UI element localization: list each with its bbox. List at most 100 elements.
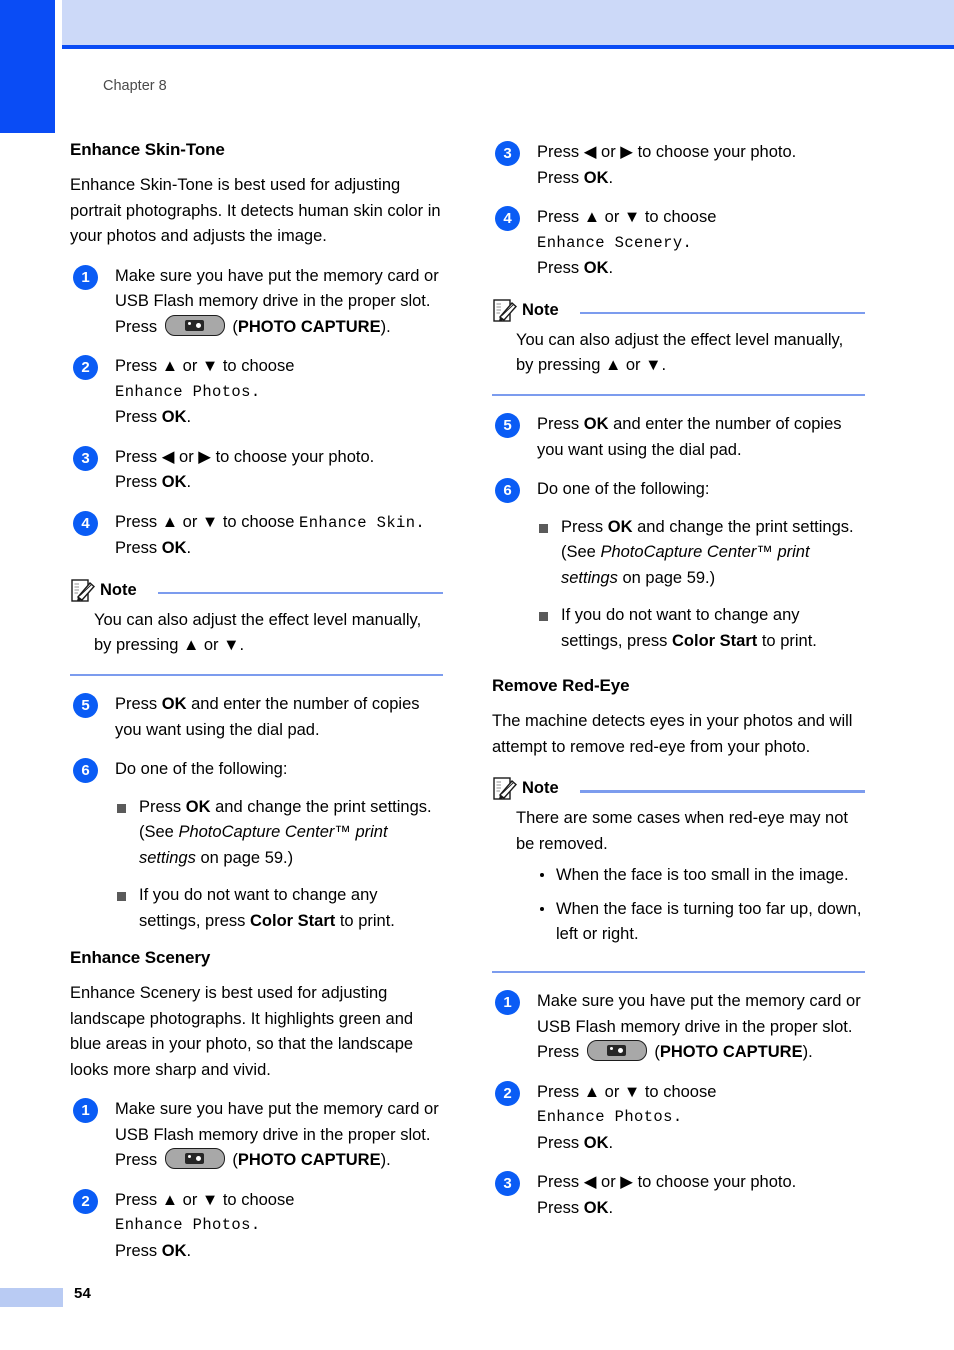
step-badge: 1 — [495, 990, 520, 1015]
square-bullet-icon — [117, 892, 126, 901]
note-box: Note There are some cases when red-eye m… — [492, 776, 865, 973]
period: . — [608, 1133, 614, 1152]
step-press-photo-capture: Press (PHOTO CAPTURE). — [115, 1148, 443, 1174]
note-bullet-text: When the face is turning too far up, dow… — [556, 899, 862, 944]
square-bullet-icon — [539, 523, 548, 533]
bullet-text-b: to print. — [339, 911, 395, 930]
sub-bullet-item: If you do not want to change any setting… — [115, 883, 443, 934]
chapter-label: Chapter 8 — [103, 78, 167, 94]
sub-bullet-item: Press OK and change the print settings. … — [537, 515, 865, 592]
ok-key: OK — [161, 1241, 187, 1260]
ok-key: OK — [607, 517, 633, 536]
note-body: You can also adjust the effect level man… — [70, 606, 443, 665]
camera-icon — [184, 1153, 204, 1164]
photo-capture-label: PHOTO CAPTURE — [237, 1151, 381, 1169]
ok-key: OK — [161, 695, 187, 713]
period: . — [186, 473, 192, 491]
chapter-side-tab — [0, 0, 55, 133]
step-text: Make sure you have put the memory card o… — [115, 266, 439, 311]
step-badge: 4 — [73, 510, 98, 536]
step-text: Press ▲ or ▼ to choose Enhance Skin. — [115, 510, 443, 537]
press-ok-line: Press OK. — [115, 1239, 443, 1265]
step-badge: 1 — [73, 1098, 98, 1123]
press-word: Press — [537, 1043, 580, 1061]
step-badge: 2 — [73, 1188, 98, 1214]
note-bottom-rule — [492, 393, 865, 396]
ok-key: OK — [161, 473, 187, 491]
note-bottom-rule — [70, 673, 443, 676]
period: . — [608, 1198, 614, 1217]
left-column: Enhance Skin-Tone Enhance Skin-Tone is b… — [70, 140, 443, 1278]
step-rest: and enter the number of copies you want … — [537, 415, 842, 459]
note-bullet-item: When the face is turning too far up, dow… — [534, 897, 865, 948]
lcd-menu-text: Enhance Photos. — [115, 382, 261, 401]
ok-key: OK — [161, 539, 187, 557]
note-pencil-icon — [492, 298, 518, 324]
section-title-enhance-scenery: Enhance Scenery — [70, 948, 211, 967]
step-badge: 2 — [73, 355, 98, 380]
section-title-enhance-skin-tone: Enhance Skin-Tone — [70, 140, 225, 159]
step-badge: 1 — [73, 264, 98, 290]
step-item: 6 Do one of the following: Press OK and … — [492, 477, 865, 654]
note-box: Note You can also adjust the effect leve… — [492, 298, 865, 396]
step-text: Press ◀ or ▶ to choose your photo. — [537, 1173, 797, 1191]
sub-bullet-item: Press OK and change the print settings. … — [115, 795, 443, 872]
press-word: Press — [537, 259, 580, 277]
note-title: Note — [522, 300, 559, 319]
step-rest: and enter the number of copies you want … — [115, 695, 420, 739]
intro-enhance-scenery: Enhance Scenery is best used for adjusti… — [70, 984, 414, 1079]
step-badge: 2 — [495, 1080, 520, 1106]
right-column: 3 Press ◀ or ▶ to choose your photo. Pre… — [492, 140, 865, 1235]
footer-bar — [0, 1288, 63, 1307]
press-word: Press — [115, 317, 158, 336]
square-bullet-icon — [539, 612, 548, 621]
step-text: Do one of the following: — [537, 480, 710, 498]
step-item: 5 Press OK and enter the number of copie… — [70, 692, 443, 743]
press-ok-line: Press OK. — [537, 1196, 865, 1222]
period: . — [608, 168, 614, 187]
step-text: Press ◀ or ▶ to choose your photo. — [537, 143, 797, 161]
press-word: Press — [115, 473, 158, 491]
press-word: Press — [537, 168, 580, 187]
note-header: Note — [492, 298, 865, 324]
photo-capture-button-icon[interactable] — [164, 314, 225, 336]
note-header-rule — [158, 591, 443, 594]
step-prefix: Press ▲ or ▼ to choose — [115, 512, 295, 531]
color-start-key: Color Start — [671, 631, 758, 650]
lcd-menu-text: Enhance Photos. — [537, 1108, 683, 1126]
step-item: 6 Do one of the following: Press OK and … — [70, 757, 443, 934]
step-item: 2 Press ▲ or ▼ to choose Enhance Photos.… — [70, 354, 443, 431]
press-word: Press — [537, 1198, 580, 1217]
square-bullet-icon — [117, 803, 126, 813]
step-badge: 3 — [73, 445, 98, 471]
press-ok-line: Press OK. — [537, 256, 865, 282]
step-item: 3 Press ◀ or ▶ to choose your photo. Pre… — [492, 140, 865, 191]
ok-key: OK — [583, 1198, 609, 1217]
step-item: 1 Make sure you have put the memory card… — [70, 1097, 443, 1174]
note-body: You can also adjust the effect level man… — [492, 326, 865, 385]
sub-bullet-list: Press OK and change the print settings. … — [115, 795, 443, 935]
note-header-rule — [580, 311, 865, 314]
photo-capture-button-icon[interactable] — [164, 1148, 225, 1169]
press-word: Press — [115, 539, 158, 557]
step-badge: 6 — [495, 478, 520, 503]
press-word: Press — [537, 415, 580, 433]
photo-capture-button-icon[interactable] — [586, 1040, 647, 1061]
press-ok-line: Press OK. — [537, 1131, 865, 1157]
step-text: Press ▲ or ▼ to choose — [115, 1190, 295, 1209]
ok-key: OK — [161, 408, 187, 426]
ok-key: OK — [583, 259, 609, 277]
lcd-menu-text: Enhance Scenery. — [537, 233, 693, 252]
press-word: Press — [561, 517, 604, 536]
ok-key: OK — [583, 415, 609, 433]
step-text: Press OK and enter the number of copies … — [537, 412, 865, 463]
step-badge: 4 — [495, 206, 520, 231]
press-ok-line: Press OK. — [537, 166, 865, 192]
step-text: Press ▲ or ▼ to choose — [537, 1082, 717, 1101]
step-item: 4 Press ▲ or ▼ to choose Enhance Scenery… — [492, 205, 865, 282]
press-word: Press — [115, 1151, 158, 1169]
step-text: Make sure you have put the memory card o… — [537, 992, 861, 1036]
press-word: Press — [115, 1241, 158, 1260]
note-pencil-icon — [492, 776, 518, 802]
step-badge: 3 — [495, 141, 520, 166]
